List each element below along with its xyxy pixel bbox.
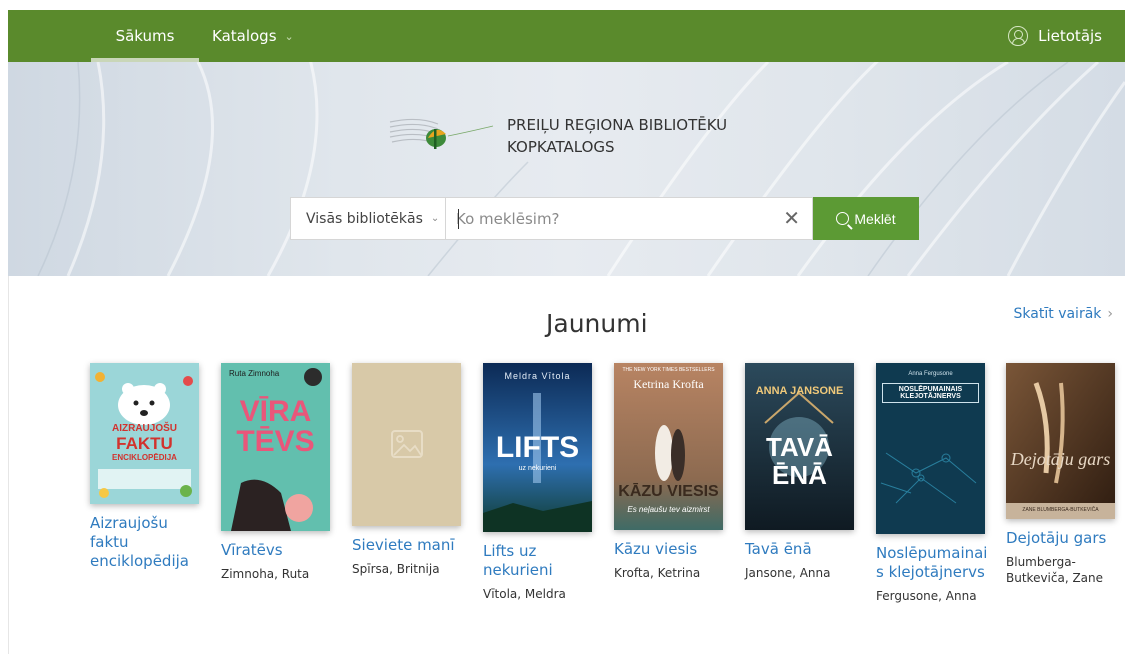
- cover-subtitle: Es neļaušu tev aizmirst: [627, 505, 710, 514]
- book-card[interactable]: Ruta Zimnoha VĪRA TĒVS Vīratēvs Zimnoha, …: [221, 363, 336, 582]
- left-border: [8, 276, 9, 654]
- book-title[interactable]: Tavā ēnā: [745, 540, 860, 559]
- cover-author: Ketrina Krofta: [633, 377, 704, 391]
- cover-title: AIZRAUJOŠU: [111, 423, 177, 434]
- close-icon[interactable]: ✕: [783, 208, 800, 228]
- cover-author: ZANE BLUMBERGA-BUTKEVIČA: [1022, 507, 1099, 513]
- cover-title: LIFTS: [495, 431, 580, 464]
- chevron-right-icon: ›: [1107, 306, 1113, 322]
- book-title[interactable]: Aizraujošu faktu enciklopēdija: [90, 514, 205, 571]
- book-author: Spīrsa, Britnija: [352, 562, 440, 576]
- book-card[interactable]: Sieviete manī Spīrsa, Britnija: [352, 363, 467, 577]
- book-title[interactable]: Kāzu viesis: [614, 540, 729, 559]
- book-cover[interactable]: THE NEW YORK TIMES BESTSELLERS Ketrina K…: [614, 363, 723, 530]
- library-select[interactable]: Visās bibliotēkās ⌄: [290, 197, 445, 240]
- top-navbar: Sākums Katalogs ⌄ Lietotājs: [8, 10, 1125, 62]
- book-author: Krofta, Ketrina: [614, 566, 701, 580]
- book-cover[interactable]: Anna Fergusone NOSLĒPUMAINAIS KLEJOTĀJNE…: [876, 363, 985, 534]
- book-cover[interactable]: Meldra Vītola LIFTS uz nekurieni: [483, 363, 592, 532]
- user-icon: [1008, 26, 1029, 46]
- book-author: Zimnoha, Ruta: [221, 567, 310, 581]
- book-cover[interactable]: Ruta Zimnoha VĪRA TĒVS: [221, 363, 330, 531]
- site-title-line2: KOPKATALOGS: [507, 138, 615, 156]
- cover-author: Anna Fergusone: [908, 371, 953, 377]
- library-select-value: Visās bibliotēkās: [306, 210, 423, 227]
- cover-title: KĀZU VIESIS: [618, 483, 719, 500]
- book-title[interactable]: Lifts uz nekurieni: [483, 542, 598, 580]
- cover-title: VĪRA TĒVS: [236, 395, 315, 458]
- user-menu[interactable]: Lietotājs: [1008, 10, 1102, 62]
- section-title: Jaunumi: [546, 309, 648, 338]
- book-card[interactable]: Dejotāju gars ZANE BLUMBERGA-BUTKEVIČA D…: [1006, 363, 1121, 586]
- hero-banner: PREIĻU REĢIONA BIBLIOTĒKU KOPKATALOGS Vi…: [8, 62, 1125, 276]
- book-cover[interactable]: [352, 363, 461, 526]
- cover-subtitle: uz nekurieni: [518, 465, 557, 472]
- search-button[interactable]: Meklēt: [813, 197, 919, 240]
- book-title[interactable]: Vīratēvs: [221, 541, 336, 560]
- cover-title: TAVĀ ĒNĀ: [766, 432, 833, 490]
- see-more-link[interactable]: Skatīt vairāk ›: [1014, 306, 1113, 322]
- book-card[interactable]: ANNA JANSONE TAVĀ ĒNĀ Tavā ēnā Jansone, A…: [745, 363, 860, 581]
- cover-author: Ruta Zimnoha: [229, 369, 280, 378]
- text-caret: [458, 209, 459, 229]
- book-title[interactable]: Dejotāju gars: [1006, 529, 1121, 548]
- nav-home[interactable]: Sākums: [91, 10, 199, 62]
- cover-author: ANNA JANSONE: [755, 385, 844, 397]
- cover-title: FAKTU: [116, 434, 173, 453]
- book-card[interactable]: Meldra Vītola LIFTS uz nekurieni Lifts u…: [483, 363, 598, 602]
- search-button-label: Meklēt: [854, 210, 896, 227]
- image-placeholder-icon: [352, 363, 461, 526]
- book-cover[interactable]: AIZRAUJOŠU FAKTU ENCIKLOPĒDIJA: [90, 363, 199, 504]
- site-title-line1: PREIĻU REĢIONA BIBLIOTĒKU: [507, 116, 728, 134]
- cover-top-text: THE NEW YORK TIMES BESTSELLERS: [622, 367, 715, 373]
- cover-author: Meldra Vītola: [504, 371, 571, 381]
- nav-home-label: Sākums: [115, 27, 175, 45]
- book-author: Fergusone, Anna: [876, 589, 977, 603]
- see-more-label: Skatīt vairāk: [1013, 306, 1102, 322]
- nav-catalog-label: Katalogs: [212, 27, 277, 45]
- book-author: Jansone, Anna: [745, 566, 831, 580]
- search-input[interactable]: [446, 198, 766, 239]
- book-title[interactable]: Noslēpumainais klejotājnervs: [876, 544, 991, 582]
- book-card[interactable]: Anna Fergusone NOSLĒPUMAINAIS KLEJOTĀJNE…: [876, 363, 991, 604]
- book-author: Vītola, Meldra: [483, 587, 566, 601]
- book-card[interactable]: THE NEW YORK TIMES BESTSELLERS Ketrina K…: [614, 363, 729, 581]
- nav-catalog-dropdown[interactable]: Katalogs ⌄: [212, 10, 294, 62]
- search-icon: [836, 212, 850, 225]
- book-card[interactable]: AIZRAUJOŠU FAKTU ENCIKLOPĒDIJA Aizraujoš…: [90, 363, 205, 571]
- library-logo: [389, 118, 494, 149]
- search-bar: Visās bibliotēkās ⌄ ✕ Meklēt: [290, 197, 919, 240]
- cover-art: [1006, 363, 1115, 519]
- chevron-down-icon: ⌄: [284, 29, 294, 43]
- book-cover[interactable]: Dejotāju gars ZANE BLUMBERGA-BUTKEVIČA: [1006, 363, 1115, 519]
- user-label: Lietotājs: [1038, 27, 1102, 45]
- book-author: Blumberga-Butkeviča, Zane: [1006, 555, 1104, 585]
- cover-title: ENCIKLOPĒDIJA: [112, 453, 177, 462]
- chevron-down-icon: ⌄: [430, 213, 440, 224]
- background-swoosh: [37, 62, 1125, 276]
- cover-title: NOSLĒPUMAINAIS KLEJOTĀJNERVS: [882, 383, 979, 403]
- book-title[interactable]: Sieviete manī: [352, 536, 467, 555]
- book-cover[interactable]: ANNA JANSONE TAVĀ ĒNĀ: [745, 363, 854, 530]
- cover-title: Dejotāju gars: [1010, 449, 1111, 469]
- search-input-wrapper: ✕: [445, 197, 813, 240]
- site-title: PREIĻU REĢIONA BIBLIOTĒKU KOPKATALOGS: [507, 114, 807, 158]
